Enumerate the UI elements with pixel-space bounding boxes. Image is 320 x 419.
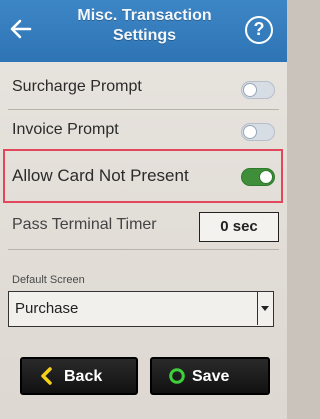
toggle-knob <box>243 83 257 97</box>
question-icon[interactable]: ? <box>245 16 273 44</box>
default-screen-label: Default Screen <box>12 274 85 286</box>
title-bar: Misc. Transaction Settings ? <box>0 0 287 62</box>
device-screen: Misc. Transaction Settings ? Surcharge P… <box>0 0 287 419</box>
timer-value-field[interactable]: 0 sec <box>199 212 279 242</box>
setting-label: Pass Terminal Timer <box>12 216 157 233</box>
page-title-line2: Settings <box>112 27 177 44</box>
setting-label: Surcharge Prompt <box>12 78 142 95</box>
back-button[interactable]: Back <box>20 357 138 395</box>
circle-icon <box>168 367 186 385</box>
allow-card-not-present-toggle[interactable] <box>241 168 275 186</box>
dropdown-button[interactable] <box>257 292 273 325</box>
setting-row-surcharge-prompt[interactable]: Surcharge Prompt <box>8 70 279 110</box>
setting-label: Allow Card Not Present <box>12 166 189 185</box>
back-button-label: Back <box>64 368 103 385</box>
default-screen-value: Purchase <box>15 300 79 317</box>
arrow-left-icon[interactable] <box>8 16 34 42</box>
setting-label: Invoice Prompt <box>12 121 119 138</box>
surcharge-prompt-toggle[interactable] <box>241 81 275 99</box>
chevron-down-icon <box>261 306 269 311</box>
save-button[interactable]: Save <box>150 357 270 395</box>
save-button-label: Save <box>192 368 230 385</box>
chevron-left-icon <box>38 367 56 385</box>
page-title: Misc. Transaction Settings <box>50 6 239 46</box>
setting-row-pass-terminal-timer: Pass Terminal Timer 0 sec <box>8 204 279 250</box>
setting-row-allow-card-not-present[interactable]: Allow Card Not Present <box>8 152 279 200</box>
setting-row-invoice-prompt[interactable]: Invoice Prompt <box>8 111 279 151</box>
page-title-line1: Misc. Transaction <box>77 7 212 24</box>
invoice-prompt-toggle[interactable] <box>241 123 275 141</box>
toggle-knob <box>243 125 257 139</box>
default-screen-select[interactable]: Purchase <box>8 291 274 327</box>
toggle-knob <box>259 170 273 184</box>
